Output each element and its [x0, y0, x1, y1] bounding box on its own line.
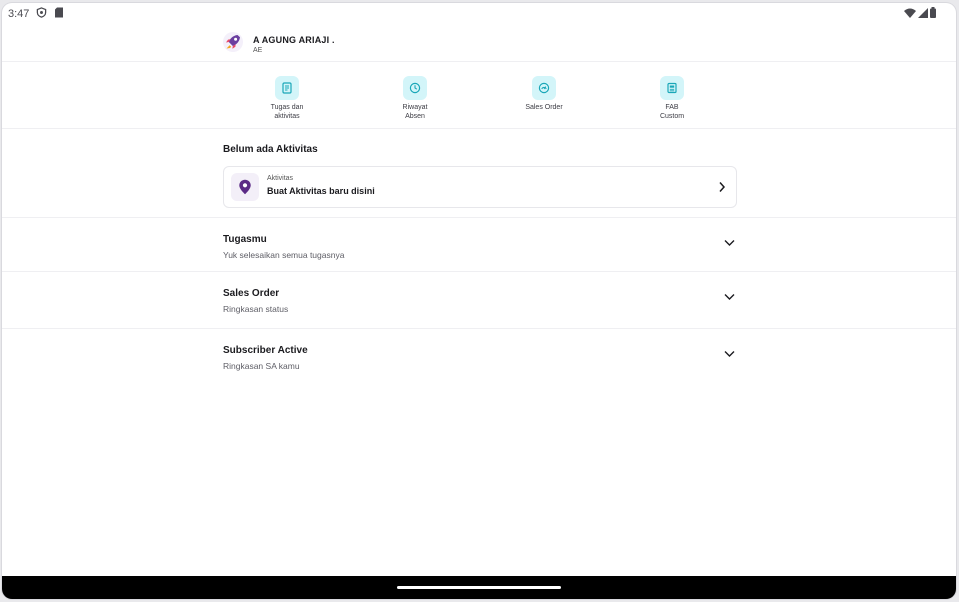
header-divider — [2, 61, 956, 62]
tugasmu-divider — [2, 271, 956, 272]
sales-order-divider — [2, 328, 956, 329]
menu-divider — [2, 128, 956, 129]
user-role: AE — [253, 47, 263, 54]
section-subtitle: Ringkasan SA kamu — [223, 361, 300, 371]
chevron-right-icon — [718, 180, 726, 198]
status-right-icons — [904, 7, 936, 21]
shield-icon — [36, 7, 47, 21]
section-sales-order[interactable]: Sales Order Ringkasan status — [223, 288, 735, 314]
chevron-down-icon — [724, 288, 735, 306]
menu-sales-order[interactable]: Sales Order — [504, 76, 584, 112]
clock-icon — [403, 76, 427, 100]
activity-card-label: Aktivitas — [267, 175, 294, 182]
document-icon — [660, 76, 684, 100]
menu-fab-custom[interactable]: FAB Custom — [632, 76, 712, 121]
battery-icon — [930, 7, 936, 21]
menu-label: FAB Custom — [659, 104, 685, 120]
home-gesture-handle[interactable] — [397, 586, 561, 589]
chevron-down-icon — [724, 234, 735, 252]
signal-icon — [918, 7, 928, 21]
section-tugasmu[interactable]: Tugasmu Yuk selesaikan semua tugasnya — [223, 234, 735, 260]
menu-tugas-aktivitas[interactable]: Tugas dan aktivitas — [247, 76, 327, 121]
sd-card-icon — [54, 7, 64, 21]
section-subtitle: Ringkasan status — [223, 304, 289, 314]
chevron-down-icon — [724, 345, 735, 363]
location-pin-icon — [231, 173, 259, 201]
status-time: 3:47 — [8, 8, 30, 20]
section-subscriber-active[interactable]: Subscriber Active Ringkasan SA kamu — [223, 345, 735, 371]
section-title: Subscriber Active — [223, 345, 308, 356]
activity-divider — [2, 217, 956, 218]
section-subtitle: Yuk selesaikan semua tugasnya — [223, 250, 345, 260]
activity-section-title: Belum ada Aktivitas — [223, 144, 318, 155]
create-activity-card[interactable]: Aktivitas Buat Aktivitas baru disini — [223, 166, 737, 208]
user-name: A AGUNG ARIAJI . — [253, 35, 335, 45]
menu-riwayat-absen[interactable]: Riwayat Absen — [375, 76, 455, 121]
status-bar: 3:47 — [2, 3, 956, 23]
task-list-icon — [275, 76, 299, 100]
menu-label: Sales Order — [525, 104, 563, 111]
profile-header[interactable]: A AGUNG ARIAJI . AE — [222, 30, 742, 60]
rocket-avatar-icon — [222, 31, 244, 53]
section-title: Tugasmu — [223, 234, 267, 245]
activity-card-action: Buat Aktivitas baru disini — [267, 186, 375, 196]
menu-label: Riwayat Absen — [402, 104, 428, 120]
menu-label: Tugas dan aktivitas — [270, 104, 304, 120]
gauge-icon — [532, 76, 556, 100]
wifi-icon — [904, 8, 916, 21]
navigation-bar — [2, 576, 956, 599]
section-title: Sales Order — [223, 288, 280, 299]
device-screen: 3:47 A AGUNG ARIAJI . AE Tugas dan aktiv… — [2, 3, 956, 599]
